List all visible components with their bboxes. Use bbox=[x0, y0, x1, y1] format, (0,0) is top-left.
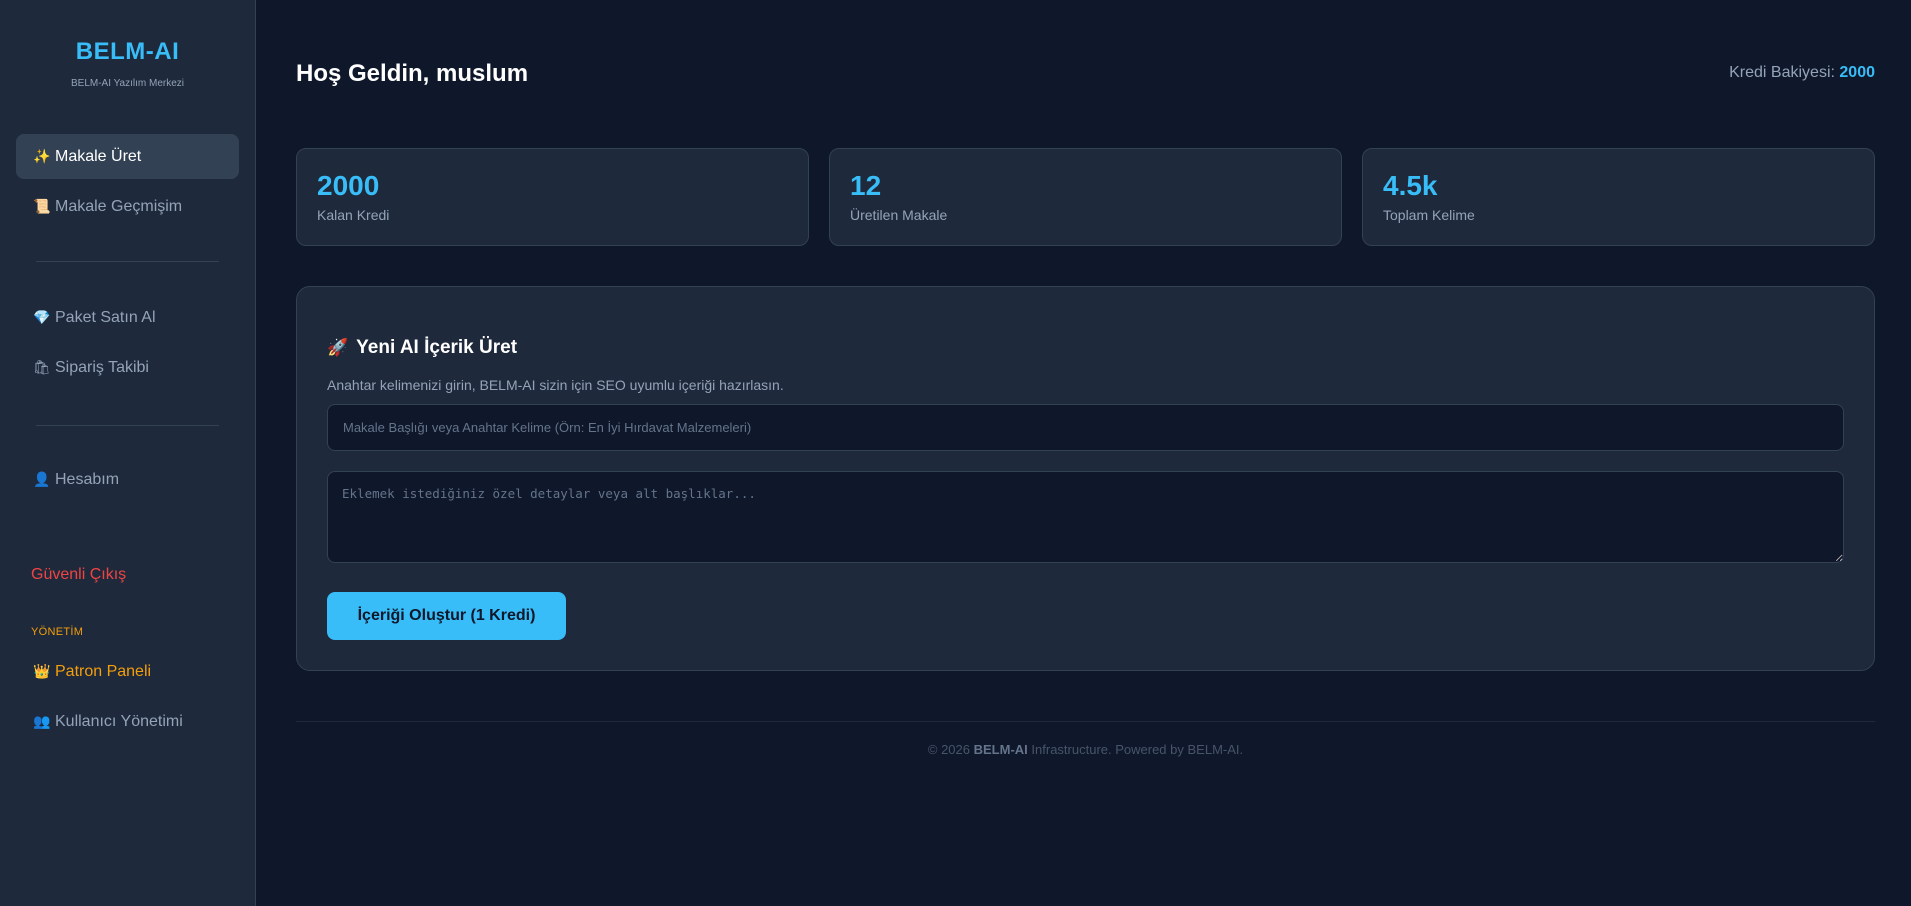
topbar: Hoş Geldin, muslum Kredi Bakiyesi: 2000 bbox=[296, 0, 1875, 148]
sidebar-item-siparis-takibi[interactable]: 🛍 Sipariş Takibi bbox=[16, 345, 239, 390]
credit-balance-label: Kredi Bakiyesi: bbox=[1729, 64, 1835, 81]
stat-label: Toplam Kelime bbox=[1383, 207, 1475, 223]
sidebar: BELM-AI BELM-AI Yazılım Merkezi ✨ Makale… bbox=[0, 0, 256, 906]
credit-balance-value: 2000 bbox=[1839, 64, 1875, 81]
content-generator-card: 🚀 Yeni AI İçerik Üret Anahtar kelimenizi… bbox=[296, 286, 1875, 671]
logout-link[interactable]: Güvenli Çıkış bbox=[16, 563, 239, 587]
gem-icon: 💎 bbox=[33, 309, 51, 325]
sidebar-item-hesabim[interactable]: 👤 Hesabım bbox=[16, 457, 239, 502]
scroll-icon: 📜 bbox=[33, 198, 51, 214]
generate-content-button[interactable]: İçeriği Oluştur (1 Kredi) bbox=[327, 592, 566, 640]
stat-value: 4.5k bbox=[1383, 170, 1438, 201]
sidebar-item-label: Kullanıcı Yönetimi bbox=[55, 712, 183, 730]
generator-title-text: Yeni AI İçerik Üret bbox=[356, 337, 518, 358]
generator-description: Anahtar kelimenizi girin, BELM-AI sizin … bbox=[327, 377, 784, 393]
stat-card-total-words: 4.5k Toplam Kelime bbox=[1362, 148, 1875, 246]
stat-value: 12 bbox=[850, 170, 882, 201]
app-root: BELM-AI BELM-AI Yazılım Merkezi ✨ Makale… bbox=[0, 0, 1911, 906]
brand-title[interactable]: BELM-AI bbox=[16, 38, 239, 66]
sidebar-item-patron-paneli[interactable]: 👑 Patron Paneli bbox=[16, 649, 239, 694]
sidebar-item-label: Paket Satın Al bbox=[55, 308, 156, 326]
stat-card-articles: 12 Üretilen Makale bbox=[829, 148, 1342, 246]
keyword-input[interactable] bbox=[327, 404, 1844, 451]
crown-icon: 👑 bbox=[33, 663, 51, 679]
user-icon: 👤 bbox=[33, 471, 51, 487]
stat-card-remaining-credit: 2000 Kalan Kredi bbox=[296, 148, 809, 246]
footer-suffix: Infrastructure. Powered by BELM-AI. bbox=[1031, 742, 1244, 757]
details-textarea[interactable] bbox=[327, 471, 1844, 563]
sidebar-item-label: Patron Paneli bbox=[55, 662, 152, 680]
sidebar-item-makale-uret[interactable]: ✨ Makale Üret bbox=[16, 134, 239, 179]
credit-balance: Kredi Bakiyesi: 2000 bbox=[1729, 60, 1875, 82]
sidebar-item-label: Makale Üret bbox=[55, 147, 142, 165]
stats-row: 2000 Kalan Kredi 12 Üretilen Makale 4.5k… bbox=[296, 148, 1875, 246]
rocket-icon: 🚀 bbox=[327, 338, 349, 357]
admin-section-label: YÖNETİM bbox=[31, 626, 84, 638]
stat-value: 2000 bbox=[317, 170, 380, 201]
sidebar-item-paket-satin-al[interactable]: 💎 Paket Satın Al bbox=[16, 295, 239, 340]
stat-label: Üretilen Makale bbox=[850, 207, 948, 223]
sidebar-item-label: Sipariş Takibi bbox=[55, 358, 149, 376]
sidebar-item-label: Hesabım bbox=[55, 470, 120, 488]
generator-title: 🚀 Yeni AI İçerik Üret bbox=[327, 337, 1844, 359]
main-content: Hoş Geldin, muslum Kredi Bakiyesi: 2000 … bbox=[256, 0, 1911, 906]
shopping-bags-icon: 🛍 bbox=[33, 359, 51, 375]
brand-subtitle: BELM-AI Yazılım Merkezi bbox=[71, 78, 184, 89]
brand: BELM-AI BELM-AI Yazılım Merkezi bbox=[16, 0, 239, 134]
footer-prefix: © 2026 bbox=[927, 742, 970, 757]
footer-brand: BELM-AI bbox=[973, 742, 1028, 757]
page-title: Hoş Geldin, muslum bbox=[296, 60, 529, 87]
sidebar-divider bbox=[36, 261, 219, 262]
stat-label: Kalan Kredi bbox=[317, 207, 390, 223]
users-icon: 👥 bbox=[33, 713, 51, 729]
sparkles-icon: ✨ bbox=[33, 148, 51, 164]
sidebar-divider bbox=[36, 425, 219, 426]
sidebar-item-label: Makale Geçmişim bbox=[55, 197, 183, 215]
sidebar-item-makale-gecmisim[interactable]: 📜 Makale Geçmişim bbox=[16, 184, 239, 229]
footer: © 2026 BELM-AI Infrastructure. Powered b… bbox=[296, 721, 1875, 757]
sidebar-item-kullanici-yonetimi[interactable]: 👥 Kullanıcı Yönetimi bbox=[16, 699, 239, 744]
